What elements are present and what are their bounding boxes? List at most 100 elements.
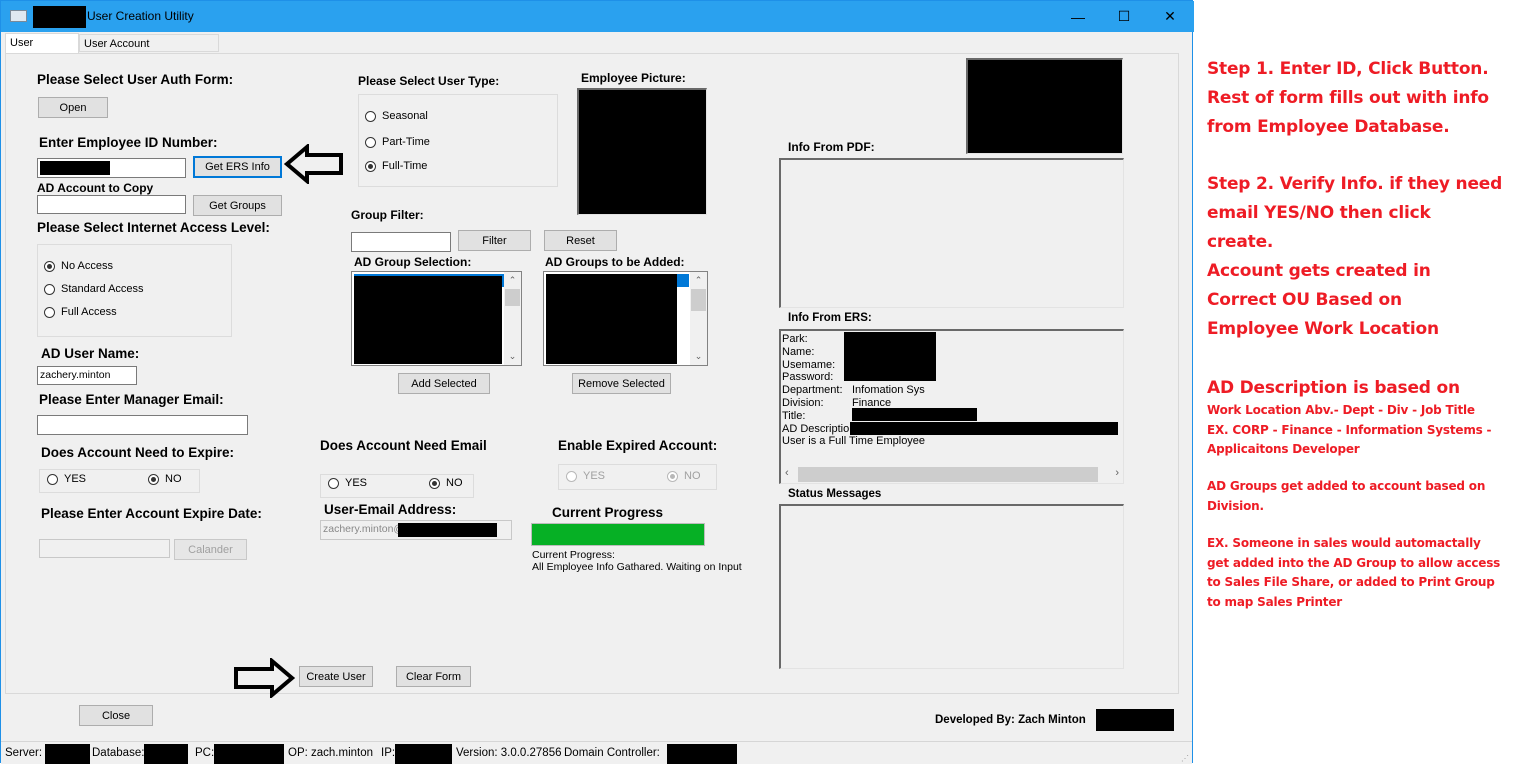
database-label: Database:	[92, 747, 145, 759]
status-messages-box[interactable]	[779, 504, 1124, 669]
radio-no-access[interactable]: No Access	[44, 260, 113, 272]
vertical-scrollbar[interactable]: ⌃ ⌄	[504, 272, 521, 365]
scroll-down-icon[interactable]: ⌄	[690, 348, 707, 365]
radio-full-time[interactable]: Full-Time	[365, 160, 427, 172]
get-groups-button[interactable]: Get Groups	[193, 195, 282, 216]
status-bar: Server: Database: PC: OP: zach.minton IP…	[1, 741, 1192, 764]
radio-expire-no[interactable]: NO	[148, 473, 182, 485]
scroll-thumb[interactable]	[505, 289, 520, 306]
annotation-line: EX. CORP - Finance - Information Systems…	[1207, 422, 1492, 437]
annotation-line: to Sales File Share, or added to Print G…	[1207, 575, 1495, 589]
scroll-left-icon[interactable]: ‹	[785, 467, 789, 479]
resize-grip-icon[interactable]: ⋰	[1181, 754, 1189, 763]
progress-bar	[531, 523, 705, 546]
annotation-ad-description: Work Location Abv.- Dept - Div - Job Tit…	[1207, 401, 1492, 460]
annotation-line: get added into the AD Group to allow acc…	[1207, 555, 1501, 570]
group-filter-input[interactable]	[351, 232, 451, 252]
ad-groups-to-add-list[interactable]: ⌃ ⌄	[543, 271, 708, 366]
email-address-input[interactable]: zachery.minton@	[320, 520, 512, 540]
auth-form-label: Please Select User Auth Form:	[37, 72, 234, 87]
tab-user-account-management[interactable]: User Account Management	[79, 34, 219, 68]
radio-standard-access[interactable]: Standard Access	[44, 283, 144, 295]
annotation-line: email YES/NO then click	[1207, 203, 1431, 223]
redacted-title-prefix	[33, 6, 86, 28]
annotation-line: Rest of form fills out with info	[1207, 88, 1489, 108]
reset-button[interactable]: Reset	[544, 230, 617, 251]
scroll-up-icon[interactable]: ⌃	[504, 272, 521, 289]
annotation-line: from Employee Database.	[1207, 117, 1450, 137]
radio-selected-icon	[148, 473, 159, 485]
scroll-down-icon[interactable]: ⌄	[504, 348, 521, 365]
close-window-button[interactable]: ✕	[1147, 1, 1193, 32]
annotation-line: Applicaitons Developer	[1207, 442, 1360, 456]
radio-unselected-icon	[44, 306, 55, 318]
redacted-group-list	[546, 274, 677, 364]
ad-copy-input[interactable]	[37, 195, 186, 214]
horizontal-scrollbar[interactable]: ‹ ›	[781, 466, 1123, 483]
radio-label: Standard Access	[61, 283, 144, 295]
close-button[interactable]: Close	[79, 705, 153, 726]
ad-user-name-input[interactable]: zachery.minton	[37, 366, 137, 385]
filter-button[interactable]: Filter	[458, 230, 531, 251]
radio-email-no[interactable]: NO	[429, 477, 463, 489]
radio-full-access[interactable]: Full Access	[44, 306, 117, 318]
vertical-scrollbar[interactable]: ⌃ ⌄	[690, 272, 707, 365]
radio-label: YES	[345, 477, 368, 489]
annotation-line: to map Sales Printer	[1207, 594, 1343, 609]
scroll-right-icon[interactable]: ›	[1115, 467, 1119, 479]
info-from-ers-box[interactable]: Park: Name: Usemame: Password: Departmen…	[779, 329, 1124, 484]
radio-label: Full-Time	[382, 160, 428, 172]
radio-seasonal[interactable]: Seasonal	[365, 110, 428, 122]
radio-expire-yes[interactable]: YES	[47, 473, 86, 485]
radio-expired-yes[interactable]: YES	[566, 470, 605, 482]
radio-unselected-icon	[365, 136, 376, 148]
radio-label: NO	[446, 477, 463, 489]
redacted-developer-info	[1096, 709, 1174, 731]
title-bar: User Creation Utility — ☐ ✕	[1, 1, 1194, 32]
remove-selected-button[interactable]: Remove Selected	[572, 373, 671, 394]
ad-user-name-label: AD User Name:	[41, 346, 140, 361]
window-title: User Creation Utility	[87, 9, 194, 23]
create-user-button[interactable]: Create User	[299, 666, 373, 687]
redacted-email-domain	[398, 523, 497, 537]
redacted-pc	[214, 744, 284, 764]
expire-date-input[interactable]	[39, 539, 170, 558]
annotation-ad-description-title: AD Description is based on	[1207, 378, 1460, 398]
radio-email-yes[interactable]: YES	[328, 477, 367, 489]
radio-label: Part-Time	[382, 136, 430, 148]
scroll-up-icon[interactable]: ⌃	[690, 272, 707, 289]
annotation-line: Division.	[1207, 498, 1264, 513]
radio-expired-no[interactable]: NO	[667, 470, 701, 482]
ad-copy-label: AD Account to Copy	[37, 181, 154, 195]
radio-label: No Access	[61, 260, 113, 272]
get-ers-info-button[interactable]: Get ERS Info	[193, 156, 282, 178]
progress-label: Current Progress	[552, 505, 664, 520]
tab-user-creation[interactable]: User Creation	[5, 33, 79, 67]
minimize-button[interactable]: —	[1055, 1, 1101, 32]
calendar-button[interactable]: Calander	[174, 539, 247, 560]
scroll-thumb[interactable]	[691, 289, 706, 311]
ad-group-selection-list[interactable]: ⌃ ⌄	[351, 271, 522, 366]
pdf-preview-image	[966, 58, 1123, 154]
employee-picture-label: Employee Picture:	[581, 71, 686, 85]
open-button[interactable]: Open	[38, 97, 108, 118]
radio-unselected-icon	[47, 473, 58, 485]
clear-form-button[interactable]: Clear Form	[396, 666, 471, 687]
scroll-thumb[interactable]	[798, 467, 1098, 482]
arrow-left-annotation-icon	[284, 144, 343, 184]
arrow-right-annotation-icon	[234, 658, 295, 698]
radio-part-time[interactable]: Part-Time	[365, 136, 430, 148]
manager-email-input[interactable]	[37, 415, 248, 435]
employee-id-label: Enter Employee ID Number:	[39, 135, 218, 150]
user-type-label: Please Select User Type:	[358, 74, 500, 88]
annotation-step1: Step 1. Enter ID, Click Button. Rest of …	[1207, 55, 1489, 142]
annotation-line: EX. Someone in sales would automactally	[1207, 536, 1481, 550]
employee-id-input[interactable]	[37, 158, 186, 178]
minimize-icon: —	[1071, 8, 1085, 25]
info-from-pdf-box[interactable]	[779, 158, 1124, 308]
add-selected-button[interactable]: Add Selected	[398, 373, 490, 394]
redacted-server	[45, 744, 90, 764]
maximize-button[interactable]: ☐	[1101, 1, 1147, 32]
employee-picture	[577, 88, 707, 215]
progress-status-title: Current Progress:	[532, 549, 615, 561]
